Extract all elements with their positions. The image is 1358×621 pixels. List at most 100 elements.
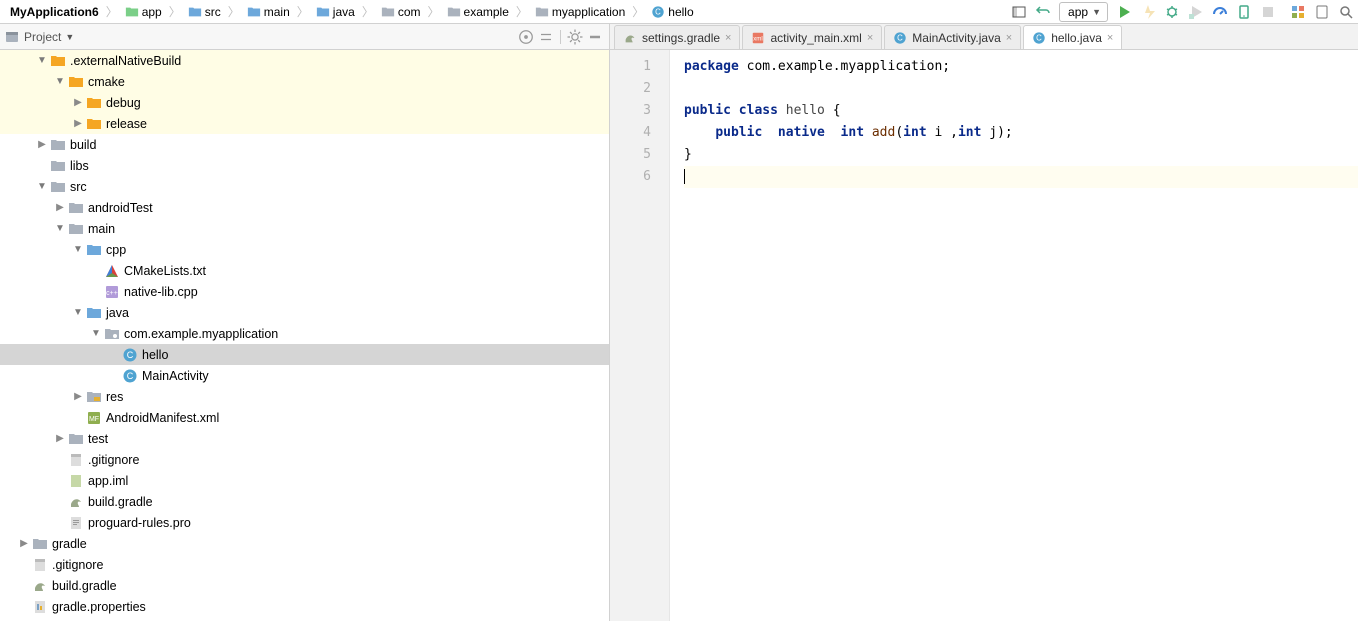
tree-row[interactable]: ▶build.gradle (0, 575, 609, 596)
gear-icon[interactable] (565, 27, 585, 47)
hide-icon[interactable] (585, 27, 605, 47)
chevron-down-icon[interactable]: ▼ (36, 181, 48, 192)
editor-tab[interactable]: Chello.java× (1023, 25, 1122, 49)
line-number: 4 (610, 122, 651, 144)
tree-label: app.iml (88, 474, 128, 488)
breadcrumb-item[interactable]: main (241, 0, 296, 23)
avd-icon[interactable] (1234, 2, 1254, 22)
folder-gray-icon (447, 5, 461, 19)
run-icon[interactable] (1114, 2, 1134, 22)
close-icon[interactable]: × (867, 32, 873, 44)
layout-config-icon[interactable] (1009, 2, 1029, 22)
tree-row[interactable]: ▶debug (0, 92, 609, 113)
code-line[interactable] (684, 78, 1358, 100)
chevron-right-icon[interactable]: ▶ (54, 433, 66, 444)
text-icon (68, 515, 84, 531)
chevron-right-icon[interactable]: ▶ (72, 118, 84, 129)
tree-row[interactable]: ▼cmake (0, 71, 609, 92)
apply-changes-icon[interactable] (1138, 2, 1158, 22)
tree-row[interactable]: ▼main (0, 218, 609, 239)
tree-row[interactable]: ▶gradle.properties (0, 596, 609, 617)
scroll-from-source-icon[interactable] (516, 27, 536, 47)
tree-row[interactable]: ▶app.iml (0, 470, 609, 491)
tree-row[interactable]: ▼com.example.myapplication (0, 323, 609, 344)
chevron-right-icon[interactable]: ▶ (72, 391, 84, 402)
tree-row[interactable]: ▼.externalNativeBuild (0, 50, 609, 71)
project-header-title[interactable]: Project (24, 30, 61, 44)
tree-label: MainActivity (142, 369, 209, 383)
tree-row[interactable]: ▶gradle (0, 533, 609, 554)
tree-row[interactable]: ▶.gitignore (0, 449, 609, 470)
project-tree[interactable]: ▼.externalNativeBuild▼cmake▶debug▶releas… (0, 50, 609, 621)
breadcrumb-item[interactable]: java (310, 0, 361, 23)
breadcrumb-sep: 〉 (631, 3, 645, 20)
tree-row[interactable]: ▶res (0, 386, 609, 407)
folder-gray-icon (68, 200, 84, 216)
sync-icon[interactable] (1033, 2, 1053, 22)
chevron-down-icon[interactable]: ▼ (36, 55, 48, 66)
tree-row[interactable]: ▼src (0, 176, 609, 197)
breadcrumb-item[interactable]: example (441, 0, 515, 23)
breadcrumb-item[interactable]: Chello (645, 0, 699, 23)
code-line[interactable]: public native int add(int i ,int j); (684, 122, 1358, 144)
class-icon: C (122, 368, 138, 384)
breadcrumb-item[interactable]: MyApplication6 (4, 0, 105, 23)
breadcrumb-label: main (264, 5, 290, 19)
tree-row[interactable]: ▶MFAndroidManifest.xml (0, 407, 609, 428)
tree-row[interactable]: ▶.gitignore (0, 554, 609, 575)
chevron-down-icon[interactable]: ▼ (54, 76, 66, 87)
code-line[interactable]: public class hello { (684, 100, 1358, 122)
stop-icon[interactable] (1258, 2, 1278, 22)
coverage-icon[interactable] (1186, 2, 1206, 22)
gradle-icon (32, 578, 48, 594)
debug-icon[interactable] (1162, 2, 1182, 22)
tree-row[interactable]: ▶release (0, 113, 609, 134)
tree-row[interactable]: ▶test (0, 428, 609, 449)
tree-row[interactable]: ▶proguard-rules.pro (0, 512, 609, 533)
chevron-right-icon[interactable]: ▶ (72, 97, 84, 108)
tree-label: cpp (106, 243, 126, 257)
tree-row[interactable]: ▶c++native-lib.cpp (0, 281, 609, 302)
chevron-down-icon[interactable]: ▼ (72, 244, 84, 255)
chevron-down-icon[interactable]: ▼ (90, 328, 102, 339)
profiler-icon[interactable] (1210, 2, 1230, 22)
code-editor[interactable]: 123456 package com.example.myapplication… (610, 50, 1358, 621)
tree-row[interactable]: ▶CMakeLists.txt (0, 260, 609, 281)
chevron-right-icon[interactable]: ▶ (36, 139, 48, 150)
close-icon[interactable]: × (1107, 32, 1113, 44)
breadcrumb-item[interactable]: app (119, 0, 168, 23)
tree-row[interactable]: ▶libs (0, 155, 609, 176)
chevron-down-icon[interactable]: ▼ (72, 307, 84, 318)
breadcrumb-item[interactable]: myapplication (529, 0, 631, 23)
device-icon[interactable] (1312, 2, 1332, 22)
breadcrumb-item[interactable]: src (182, 0, 227, 23)
editor-tab[interactable]: xmlactivity_main.xml× (742, 25, 882, 49)
breadcrumb-label: java (333, 5, 355, 19)
chevron-down-icon[interactable]: ▼ (65, 32, 74, 42)
search-icon[interactable] (1336, 2, 1356, 22)
collapse-all-icon[interactable] (536, 27, 556, 47)
tree-row[interactable]: ▶Chello (0, 344, 609, 365)
code-line[interactable]: package com.example.myapplication; (684, 56, 1358, 78)
close-icon[interactable]: × (725, 32, 731, 44)
folder-blue-icon (86, 242, 102, 258)
code-line[interactable] (684, 166, 1358, 188)
code-area[interactable]: package com.example.myapplication; public… (670, 50, 1358, 621)
code-line[interactable]: } (684, 144, 1358, 166)
breadcrumb-item[interactable]: com (375, 0, 427, 23)
class-icon: C (893, 31, 907, 45)
tree-row[interactable]: ▶build.gradle (0, 491, 609, 512)
close-icon[interactable]: × (1006, 32, 1012, 44)
editor-tab[interactable]: settings.gradle× (614, 25, 740, 49)
chevron-down-icon[interactable]: ▼ (54, 223, 66, 234)
chevron-right-icon[interactable]: ▶ (54, 202, 66, 213)
run-config-selector[interactable]: app ▼ (1059, 2, 1108, 22)
tree-row[interactable]: ▶androidTest (0, 197, 609, 218)
tree-row[interactable]: ▼ cpp (0, 239, 609, 260)
editor-tab[interactable]: CMainActivity.java× (884, 25, 1021, 49)
tree-row[interactable]: ▶CMainActivity (0, 365, 609, 386)
chevron-right-icon[interactable]: ▶ (18, 538, 30, 549)
structure-icon[interactable] (1288, 2, 1308, 22)
tree-row[interactable]: ▼java (0, 302, 609, 323)
tree-row[interactable]: ▶build (0, 134, 609, 155)
